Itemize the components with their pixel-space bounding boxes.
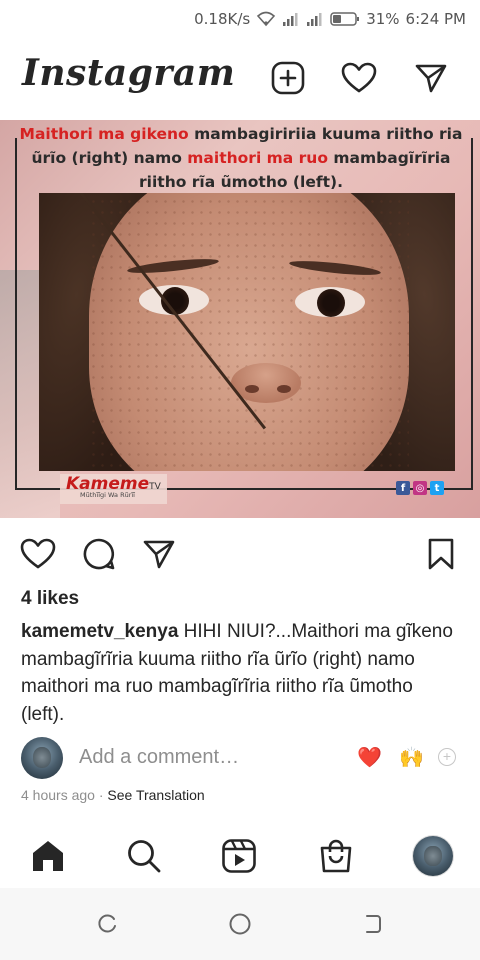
- like-icon[interactable]: [20, 536, 56, 572]
- save-bookmark-icon[interactable]: [423, 536, 459, 572]
- status-bar: 0.18K/s 31% 6:24 PM: [0, 0, 480, 38]
- post-time: 4 hours ago: [21, 787, 95, 803]
- comment-input[interactable]: Add a comment…: [79, 746, 239, 769]
- profile-avatar[interactable]: [413, 836, 453, 876]
- post-image[interactable]: Maithori ma gikeno mambagiririia kuuma r…: [0, 120, 480, 518]
- post-caption: kamemetv_kenya HIHI NIUI?...Maithori ma …: [21, 618, 461, 728]
- direct-message-icon[interactable]: [413, 60, 449, 96]
- frame-border-left: [15, 138, 17, 490]
- reels-icon[interactable]: [217, 834, 261, 878]
- image-text-red-1: Maithori ma gikeno: [19, 125, 189, 143]
- post-meta: 4 hours ago · See Translation: [21, 787, 205, 803]
- bottom-nav: [0, 826, 480, 886]
- comment-icon[interactable]: [81, 536, 117, 572]
- new-post-icon[interactable]: [270, 60, 306, 96]
- network-speed: 0.18K/s: [194, 10, 251, 28]
- image-text-red-2: maithori ma ruo: [187, 149, 328, 167]
- home-button-icon[interactable]: [226, 910, 254, 938]
- instagram-icon: ◎: [413, 481, 427, 495]
- signal-icon-2: [306, 12, 324, 26]
- post-actions: [0, 532, 480, 576]
- face: [89, 193, 409, 471]
- add-comment-row: Add a comment… ❤️ 🙌 +: [0, 736, 480, 782]
- back-icon[interactable]: [358, 910, 386, 938]
- facebook-icon: f: [396, 481, 410, 495]
- heart-icon[interactable]: [341, 60, 377, 96]
- wifi-icon: [256, 11, 276, 27]
- frame-border-right: [471, 138, 473, 490]
- android-system-nav: [0, 888, 480, 960]
- nostril-left: [245, 385, 259, 393]
- meta-separator: ·: [94, 787, 108, 803]
- kameme-tv-logo: KamemeTV Mũthĩĩgi Wa Rũrĩĩ: [60, 474, 167, 504]
- freckles: [89, 193, 409, 471]
- more-reactions-icon[interactable]: +: [438, 748, 456, 766]
- top-bar: Instagram: [0, 48, 480, 110]
- face-photo: [39, 193, 455, 471]
- nostril-right: [277, 385, 291, 393]
- twitter-icon: t: [430, 481, 444, 495]
- battery-icon: [330, 11, 360, 27]
- recent-apps-icon[interactable]: [93, 910, 121, 938]
- right-eye: [295, 287, 365, 317]
- clock: 6:24 PM: [405, 10, 466, 28]
- likes-count[interactable]: 4 likes: [21, 588, 79, 610]
- home-icon[interactable]: [26, 834, 70, 878]
- caption-username[interactable]: kamemetv_kenya: [21, 621, 178, 642]
- search-icon[interactable]: [122, 834, 166, 878]
- share-icon[interactable]: [141, 536, 177, 572]
- see-translation-link[interactable]: See Translation: [107, 787, 204, 803]
- battery-percent: 31%: [366, 10, 400, 28]
- heart-reaction-icon[interactable]: ❤️: [357, 746, 382, 770]
- user-avatar[interactable]: [21, 737, 63, 779]
- brand-suffix: TV: [149, 482, 161, 492]
- instagram-logo[interactable]: Instagram: [22, 52, 235, 94]
- signal-icon: [282, 12, 300, 26]
- image-overlay-text: Maithori ma gikeno mambagiririia kuuma r…: [14, 122, 468, 194]
- social-icons: f ◎ t: [396, 481, 444, 495]
- shop-icon[interactable]: [314, 834, 358, 878]
- raised-hands-reaction-icon[interactable]: 🙌: [399, 746, 424, 770]
